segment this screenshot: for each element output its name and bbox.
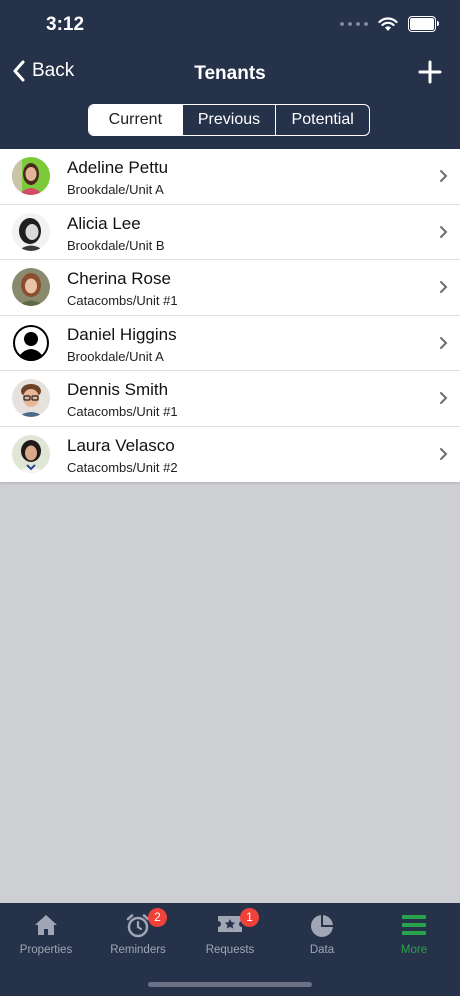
segment-current[interactable]: Current <box>89 105 182 135</box>
signal-icon <box>340 22 368 26</box>
tenant-address: Catacombs/Unit #1 <box>67 404 178 419</box>
tab-label: Properties <box>19 944 73 956</box>
segment-potential[interactable]: Potential <box>275 105 369 135</box>
tenant-row[interactable]: Cherina Rose Catacombs/Unit #1 <box>0 260 460 316</box>
tab-label: Data <box>309 944 335 956</box>
tenant-row[interactable]: Adeline Pettu Brookdale/Unit A <box>0 149 460 205</box>
status-icons <box>340 16 439 32</box>
tenant-name: Adeline Pettu <box>67 158 169 177</box>
avatar <box>12 324 50 362</box>
battery-icon <box>408 16 439 32</box>
tab-requests[interactable]: 1 Requests <box>184 903 276 963</box>
home-icon <box>35 915 57 935</box>
tenant-name: Cherina Rose <box>67 269 171 288</box>
tab-data[interactable]: Data <box>276 903 368 963</box>
tenant-name: Dennis Smith <box>67 380 169 399</box>
add-button[interactable] <box>418 60 442 89</box>
tenant-address: Brookdale/Unit A <box>67 348 164 364</box>
page-title: Tenants <box>194 63 266 84</box>
tenant-name: Daniel Higgins <box>67 324 177 344</box>
tenant-address: Brookdale/Unit B <box>67 237 165 253</box>
requests-badge: 1 <box>240 908 259 927</box>
header: 3:12 Back Tenants Current Previous Poten… <box>0 0 460 149</box>
tenant-list: Adeline Pettu Brookdale/Unit A Alicia Le… <box>0 149 460 482</box>
avatar <box>12 268 50 306</box>
plus-icon <box>418 60 442 84</box>
person-placeholder-icon <box>13 324 49 361</box>
tenant-address: Catacombs/Unit #2 <box>67 459 178 475</box>
tab-more[interactable]: More <box>368 903 460 963</box>
tab-label: Reminders <box>110 944 166 956</box>
home-indicator <box>148 982 312 987</box>
chevron-right-icon <box>440 447 448 460</box>
pie-chart-icon <box>311 915 333 937</box>
chevron-right-icon <box>440 336 448 349</box>
chevron-right-icon <box>440 281 448 293</box>
tab-label: Requests <box>205 944 255 956</box>
chevron-right-icon <box>440 392 448 404</box>
tenant-row[interactable]: Dennis Smith Catacombs/Unit #1 <box>0 371 460 427</box>
tab-label: More <box>400 944 428 956</box>
chevron-right-icon <box>440 225 448 238</box>
tenant-name: Laura Velasco <box>67 435 175 455</box>
segment-previous[interactable]: Previous <box>181 105 276 135</box>
wifi-icon <box>378 16 398 31</box>
tenant-row[interactable]: Laura Velasco Catacombs/Unit #2 <box>0 427 460 483</box>
tenant-row[interactable]: Daniel Higgins Brookdale/Unit A <box>0 316 460 371</box>
avatar <box>12 434 50 473</box>
segmented-control: Current Previous Potential <box>88 104 370 136</box>
tenant-name: Alicia Lee <box>67 213 141 233</box>
status-time: 3:12 <box>46 14 85 35</box>
tenant-address: Catacombs/Unit #1 <box>67 293 178 308</box>
chevron-right-icon <box>440 170 448 182</box>
tenant-address: Brookdale/Unit A <box>67 182 164 197</box>
tab-bar: Properties 2 Reminders 1 Requests Data M… <box>0 903 460 996</box>
reminders-badge: 2 <box>148 908 167 927</box>
tab-properties[interactable]: Properties <box>0 903 92 963</box>
tenant-row[interactable]: Alicia Lee Brookdale/Unit B <box>0 205 460 260</box>
avatar <box>12 379 50 417</box>
menu-icon <box>402 915 426 935</box>
avatar <box>12 157 50 195</box>
avatar <box>12 212 50 251</box>
tab-reminders[interactable]: 2 Reminders <box>92 903 184 963</box>
